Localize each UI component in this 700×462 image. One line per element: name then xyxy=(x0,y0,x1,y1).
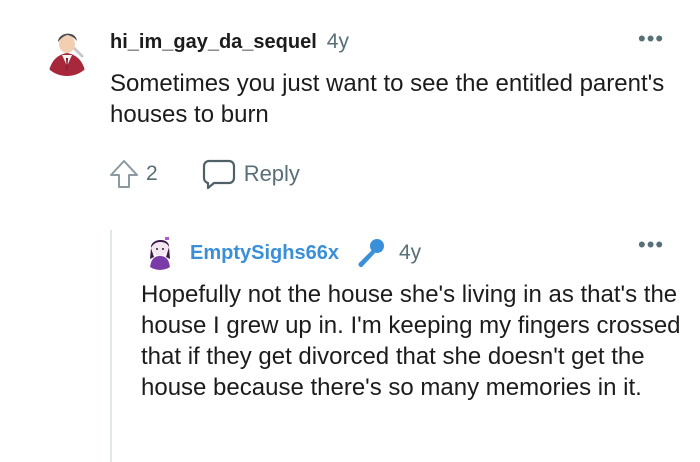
comment-body: Sometimes you just want to see the entit… xyxy=(110,70,665,128)
comment-thread: hi_im_gay_da_sequel 4y ••• Sometimes you… xyxy=(0,0,700,462)
reply-header: EmptySighs66x 4y xyxy=(190,236,421,270)
reply-age: 4y xyxy=(398,241,422,264)
comment-header: hi_im_gay_da_sequel 4y xyxy=(110,30,349,54)
comment-age: 4y xyxy=(326,30,349,53)
comment-actions: 2 Reply xyxy=(108,158,300,190)
thread-line[interactable] xyxy=(110,230,112,462)
reply-more-options-button[interactable]: ••• xyxy=(638,234,664,256)
comment-username[interactable]: hi_im_gay_da_sequel xyxy=(110,31,317,54)
upvote-button[interactable] xyxy=(108,158,140,190)
reply-username[interactable]: EmptySighs66x xyxy=(190,242,339,265)
user-avatar-icon[interactable] xyxy=(141,232,179,270)
user-avatar-icon[interactable] xyxy=(40,22,94,76)
comment-more-options-button[interactable]: ••• xyxy=(638,28,664,50)
reply-body: Hopefully not the house she's living in … xyxy=(141,281,681,401)
reply-button[interactable]: Reply xyxy=(202,158,300,190)
reply-label: Reply xyxy=(243,161,300,186)
speech-bubble-icon xyxy=(202,159,235,190)
vote-count: 2 xyxy=(146,162,158,185)
upvote-arrow-icon xyxy=(110,160,138,188)
microphone-icon xyxy=(358,239,384,267)
